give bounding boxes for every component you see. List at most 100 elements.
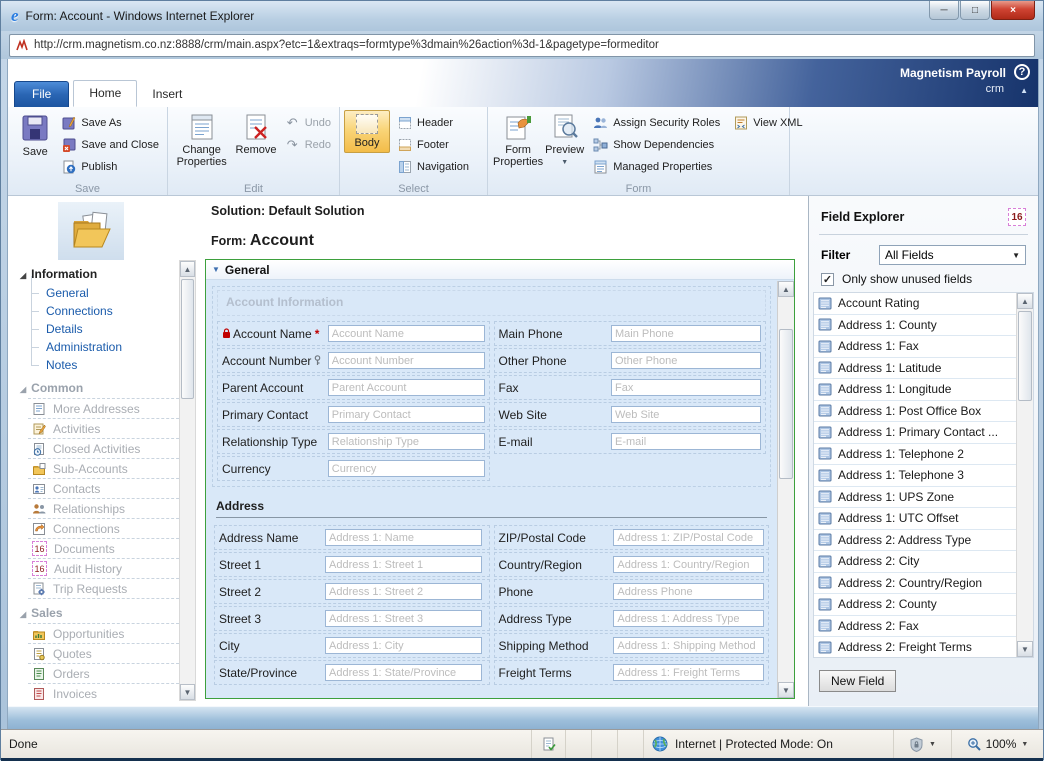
field-address-type[interactable]: Address Type: [494, 606, 770, 631]
field-input[interactable]: [325, 610, 482, 627]
field-list-item[interactable]: Address 1: Fax: [814, 336, 1016, 358]
field-input[interactable]: [325, 664, 482, 681]
field-list-item[interactable]: Address 1: Telephone 2: [814, 444, 1016, 466]
tree-section-sales[interactable]: ◢Sales: [10, 603, 196, 623]
filter-dropdown[interactable]: All Fields ▼: [879, 245, 1026, 265]
navigation-scrollbar[interactable]: ▲ ▼: [179, 260, 196, 701]
field-input[interactable]: [611, 325, 761, 342]
field-input[interactable]: [325, 529, 482, 546]
undo-button[interactable]: ↶ Undo: [281, 112, 335, 134]
field-phone[interactable]: Phone: [494, 579, 770, 604]
body-button[interactable]: Body: [344, 110, 390, 153]
tree-item-notes[interactable]: Notes: [10, 356, 196, 374]
field-web-site[interactable]: Web Site: [494, 402, 767, 427]
field-list-item[interactable]: Address 2: Freight Terms: [814, 637, 1016, 657]
field-list-item[interactable]: Account Rating: [814, 293, 1016, 315]
field-street-2[interactable]: Street 2: [214, 579, 490, 604]
save-as-button[interactable]: Save As: [58, 112, 163, 134]
field-list-item[interactable]: Address 2: Address Type: [814, 530, 1016, 552]
field-input[interactable]: [613, 664, 764, 681]
section-address-title[interactable]: Address: [216, 499, 767, 518]
scroll-down-icon[interactable]: ▼: [778, 682, 794, 698]
footer-button[interactable]: Footer: [394, 134, 473, 156]
field-list-item[interactable]: Address 1: Telephone 3: [814, 465, 1016, 487]
nav-item-invoices[interactable]: Invoices: [28, 683, 184, 703]
field-input[interactable]: [328, 406, 485, 423]
field-list-scrollbar[interactable]: ▲ ▼: [1016, 293, 1033, 657]
publish-button[interactable]: Publish: [58, 156, 163, 178]
field-list-item[interactable]: Address 1: UTC Offset: [814, 508, 1016, 530]
close-button[interactable]: ×: [991, 1, 1035, 20]
field-street-3[interactable]: Street 3: [214, 606, 490, 631]
field-freight-terms[interactable]: Freight Terms: [494, 660, 770, 685]
field-currency[interactable]: Currency: [217, 456, 490, 481]
field-input[interactable]: [328, 325, 485, 342]
field-country-region[interactable]: Country/Region: [494, 552, 770, 577]
security-zone-cell[interactable]: Internet | Protected Mode: On: [643, 730, 893, 758]
nav-item-quotes[interactable]: Quotes: [28, 643, 184, 663]
field-input[interactable]: [328, 460, 485, 477]
minimize-button[interactable]: ─: [929, 1, 959, 20]
remove-button[interactable]: Remove: [231, 110, 280, 159]
field-input[interactable]: [613, 637, 764, 654]
view-xml-button[interactable]: View XML: [730, 112, 806, 134]
protection-cell[interactable]: ▼: [893, 730, 951, 758]
nav-item-opportunities[interactable]: Opportunities: [28, 623, 184, 643]
field-city[interactable]: City: [214, 633, 490, 658]
field-input[interactable]: [613, 556, 764, 573]
tree-section-common[interactable]: ◢Common: [10, 378, 196, 398]
field-input[interactable]: [613, 583, 764, 600]
scroll-up-icon[interactable]: ▲: [180, 261, 195, 277]
only-unused-checkbox[interactable]: ✓: [821, 273, 834, 286]
window-titlebar[interactable]: e Form: Account - Windows Internet Explo…: [1, 1, 1043, 31]
field-email[interactable]: E-mail: [494, 429, 767, 454]
field-input[interactable]: [325, 583, 482, 600]
field-street-1[interactable]: Street 1: [214, 552, 490, 577]
field-list-item[interactable]: Address 2: Fax: [814, 616, 1016, 638]
maximize-button[interactable]: □: [960, 1, 990, 20]
tab-home[interactable]: Home: [73, 80, 137, 107]
field-input[interactable]: [325, 637, 482, 654]
scrollbar-thumb[interactable]: [181, 279, 194, 399]
scroll-down-icon[interactable]: ▼: [180, 684, 195, 700]
redo-button[interactable]: ↷ Redo: [281, 134, 335, 156]
field-list-item[interactable]: Address 1: County: [814, 315, 1016, 337]
field-input[interactable]: [611, 379, 761, 396]
field-address-name[interactable]: Address Name: [214, 525, 490, 550]
nav-item-documents[interactable]: 16 Documents: [28, 538, 184, 558]
form-properties-button[interactable]: Form Properties: [492, 110, 544, 171]
field-input[interactable]: [328, 379, 485, 396]
navigation-button[interactable]: Navigation: [394, 156, 473, 178]
field-shipping-method[interactable]: Shipping Method: [494, 633, 770, 658]
field-fax[interactable]: Fax: [494, 375, 767, 400]
scroll-up-icon[interactable]: ▲: [778, 281, 794, 297]
scroll-down-icon[interactable]: ▼: [1017, 641, 1033, 657]
help-icon[interactable]: ?: [1014, 64, 1030, 80]
field-main-phone[interactable]: Main Phone: [494, 321, 767, 346]
scrollbar-thumb[interactable]: [779, 329, 793, 479]
nav-item-audit-history[interactable]: 16 Audit History: [28, 558, 184, 578]
field-account-name[interactable]: Account Name *: [217, 321, 490, 346]
nav-item-more-addresses[interactable]: More Addresses: [28, 398, 184, 418]
preview-button[interactable]: Preview ▼: [544, 110, 585, 172]
field-list-item[interactable]: Address 1: Latitude: [814, 358, 1016, 380]
address-bar[interactable]: http://crm.magnetism.co.nz:8888/crm/main…: [9, 34, 1035, 57]
field-list-item[interactable]: Address 1: Longitude: [814, 379, 1016, 401]
collapse-ribbon-icon[interactable]: ▲: [1020, 86, 1028, 95]
nav-item-activities[interactable]: Activities: [28, 418, 184, 438]
form-canvas[interactable]: ▼ General Account Information Account Na…: [205, 259, 795, 699]
field-list-item[interactable]: Address 1: Post Office Box: [814, 401, 1016, 423]
field-input[interactable]: [613, 529, 764, 546]
change-properties-button[interactable]: Change Properties: [172, 110, 231, 171]
field-input[interactable]: [611, 406, 761, 423]
scroll-up-icon[interactable]: ▲: [1017, 293, 1033, 309]
field-input[interactable]: [325, 556, 482, 573]
canvas-scrollbar[interactable]: ▲ ▼: [777, 281, 794, 698]
field-list-item[interactable]: Address 2: County: [814, 594, 1016, 616]
save-and-close-button[interactable]: Save and Close: [58, 134, 163, 156]
section-account-information[interactable]: Account Information Account Name *: [212, 286, 771, 487]
field-parent-account[interactable]: Parent Account: [217, 375, 490, 400]
show-dependencies-button[interactable]: Show Dependencies: [589, 134, 724, 156]
nav-item-trip-requests[interactable]: Trip Requests: [28, 578, 184, 598]
field-input[interactable]: [611, 352, 761, 369]
